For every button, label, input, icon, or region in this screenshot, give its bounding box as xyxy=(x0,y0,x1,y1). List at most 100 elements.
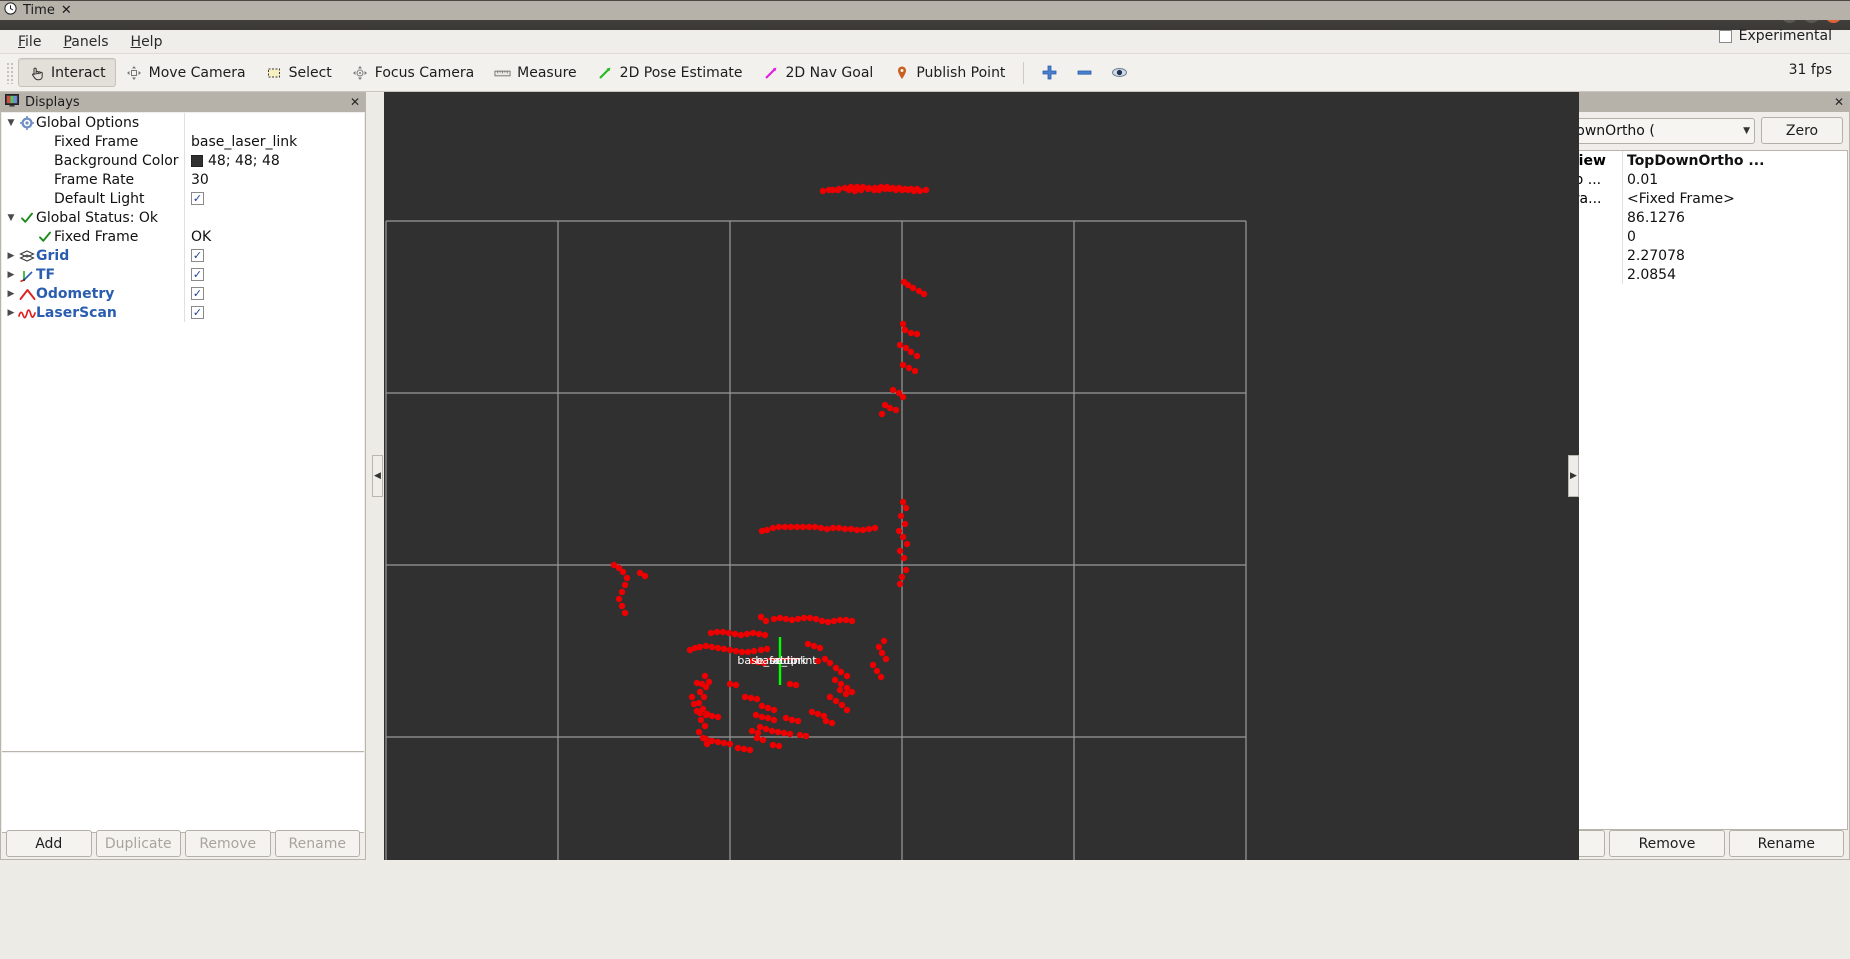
display-value-frame-rate[interactable]: 30 xyxy=(184,170,364,189)
tf-axes-icon xyxy=(18,268,36,282)
displays-panel: Displays ✕ ▼ Global Options Fixed Frame bas… xyxy=(0,92,366,860)
chevron-right-icon[interactable]: ▶ xyxy=(4,270,18,280)
display-value-default-light[interactable]: ✓ xyxy=(184,189,364,208)
tool-focus-camera[interactable]: Focus Camera xyxy=(342,58,484,87)
zero-button[interactable]: Zero xyxy=(1761,117,1843,144)
tool-add-panel[interactable] xyxy=(1032,58,1067,87)
collapse-right-handle[interactable]: ▶ xyxy=(1568,455,1579,497)
grid-icon xyxy=(18,249,36,263)
tool-move-camera[interactable]: Move Camera xyxy=(116,58,256,87)
display-row-global-options[interactable]: ▼ Global Options xyxy=(2,113,364,132)
laserscan-points xyxy=(610,183,930,754)
plus-icon xyxy=(1041,64,1058,81)
display-value-status-fixed-frame[interactable]: OK xyxy=(184,227,364,246)
menu-file[interactable]: FFileile xyxy=(8,32,51,52)
gear-icon xyxy=(18,115,36,130)
display-value-text-fixed-frame: base_laser_link xyxy=(191,133,298,150)
display-row-tf[interactable]: ▶ TF ✓ xyxy=(2,265,364,284)
tool-measure-label: Measure xyxy=(517,64,577,81)
tool-interact-label: Interact xyxy=(51,64,106,81)
tool-visibility[interactable] xyxy=(1102,58,1137,87)
display-value-background-color[interactable]: 48; 48; 48 xyxy=(184,151,364,170)
remove-display-button[interactable]: Remove xyxy=(185,830,271,857)
tool-select-label: Select xyxy=(288,64,332,81)
view-value-angle[interactable]: 0 xyxy=(1622,227,1847,246)
display-checkbox-tf[interactable]: ✓ xyxy=(191,268,204,281)
displays-button-row: Add Duplicate Remove Rename xyxy=(2,830,364,857)
display-label-background-color: Background Color xyxy=(54,152,179,169)
grid-lines xyxy=(385,220,1247,860)
laserscan-icon xyxy=(18,306,36,320)
display-value-grid[interactable]: ✓ xyxy=(184,246,364,265)
display-checkbox-grid[interactable]: ✓ xyxy=(191,249,204,262)
display-value-global-options[interactable] xyxy=(184,113,364,132)
display-label-global-options: Global Options xyxy=(36,114,140,131)
rename-view-button[interactable]: Rename xyxy=(1728,830,1844,857)
display-row-laserscan[interactable]: ▶ LaserScan ✓ xyxy=(2,303,364,322)
chevron-right-icon[interactable]: ▶ xyxy=(4,289,18,299)
menubar: FFileile Panels Help xyxy=(0,30,1850,54)
close-panel-icon[interactable]: ✕ xyxy=(61,3,72,18)
display-value-laserscan[interactable]: ✓ xyxy=(184,303,364,322)
display-row-fixed-frame[interactable]: Fixed Frame base_laser_link xyxy=(2,132,364,151)
clock-icon xyxy=(4,2,17,19)
display-value-fixed-frame[interactable]: base_laser_link xyxy=(184,132,364,151)
experimental-label: Experimental xyxy=(1738,28,1832,44)
display-value-odometry[interactable]: ✓ xyxy=(184,284,364,303)
tool-2d-pose-estimate[interactable]: 2D Pose Estimate xyxy=(587,58,753,87)
tool-measure[interactable]: Measure xyxy=(484,58,587,87)
tool-select[interactable]: Select xyxy=(256,58,342,87)
display-row-status-fixed-frame[interactable]: Fixed Frame OK xyxy=(2,227,364,246)
display-value-text-status-fixed-frame: OK xyxy=(191,228,212,245)
menu-panels[interactable]: Panels xyxy=(53,32,118,52)
view-value-near-clip[interactable]: 0.01 xyxy=(1622,170,1847,189)
tool-publish-point[interactable]: Publish Point xyxy=(883,58,1015,87)
nav-arrow-magenta-icon xyxy=(763,64,780,81)
tool-interact[interactable]: Interact xyxy=(18,58,116,87)
menu-help[interactable]: Help xyxy=(121,32,173,52)
add-button[interactable]: Add xyxy=(6,830,92,857)
rename-display-button[interactable]: Rename xyxy=(274,830,360,857)
view-value-target-frame[interactable]: <Fixed Frame> xyxy=(1622,189,1847,208)
duplicate-button[interactable]: Duplicate xyxy=(95,830,181,857)
display-checkbox-laserscan[interactable]: ✓ xyxy=(191,306,204,319)
toolbar-separator xyxy=(1023,61,1025,84)
collapse-left-handle[interactable]: ◀ xyxy=(372,455,383,497)
display-value-global-status[interactable] xyxy=(184,208,364,227)
displays-panel-header: Displays ✕ xyxy=(1,93,365,112)
display-row-odometry[interactable]: ▶ Odometry ✓ xyxy=(2,284,364,303)
display-label-status-fixed-frame: Fixed Frame xyxy=(54,228,139,245)
display-label-odometry: Odometry xyxy=(36,285,115,302)
tool-2d-nav-goal[interactable]: 2D Nav Goal xyxy=(753,58,884,87)
chevron-right-icon[interactable]: ▶ xyxy=(4,251,18,261)
view-value-y[interactable]: 2.0854 xyxy=(1622,265,1847,284)
main-toolbar: Interact Move Camera Select Focus Camera… xyxy=(0,54,1850,92)
view-value-current-view[interactable]: TopDownOrtho ... xyxy=(1622,151,1847,170)
close-panel-icon[interactable]: ✕ xyxy=(1832,95,1846,109)
tool-remove-panel[interactable] xyxy=(1067,58,1102,87)
render-viewport-3d[interactable]: base_footprint base_link odom xyxy=(384,92,1579,860)
display-checkbox-odometry[interactable]: ✓ xyxy=(191,287,204,300)
chevron-down-icon[interactable]: ▼ xyxy=(4,213,18,223)
view-value-scale[interactable]: 86.1276 xyxy=(1622,208,1847,227)
view-value-x[interactable]: 2.27078 xyxy=(1622,246,1847,265)
display-value-tf[interactable]: ✓ xyxy=(184,265,364,284)
display-row-grid[interactable]: ▶ Grid ✓ xyxy=(2,246,364,265)
fps-counter: 31 fps xyxy=(1788,62,1832,78)
display-row-background-color[interactable]: Background Color 48; 48; 48 xyxy=(2,151,364,170)
display-checkbox-default-light[interactable]: ✓ xyxy=(191,192,204,205)
display-label-frame-rate: Frame Rate xyxy=(54,171,135,188)
chevron-down-icon[interactable]: ▼ xyxy=(4,118,18,128)
remove-view-button[interactable]: Remove xyxy=(1609,830,1725,857)
chevron-right-icon[interactable]: ▶ xyxy=(4,308,18,318)
chevron-right-icon: ▶ xyxy=(1570,471,1577,481)
tool-move-camera-label: Move Camera xyxy=(148,64,246,81)
displays-tree[interactable]: ▼ Global Options Fixed Frame base_laser_lin… xyxy=(2,113,364,752)
display-row-frame-rate[interactable]: Frame Rate 30 xyxy=(2,170,364,189)
display-row-default-light[interactable]: Default Light ✓ xyxy=(2,189,364,208)
display-row-global-status[interactable]: ▼ Global Status: Ok xyxy=(2,208,364,227)
close-panel-icon[interactable]: ✕ xyxy=(348,95,362,109)
background-color-swatch[interactable] xyxy=(191,154,203,167)
experimental-checkbox[interactable] xyxy=(1718,29,1732,43)
toolbar-grip[interactable] xyxy=(6,61,14,84)
